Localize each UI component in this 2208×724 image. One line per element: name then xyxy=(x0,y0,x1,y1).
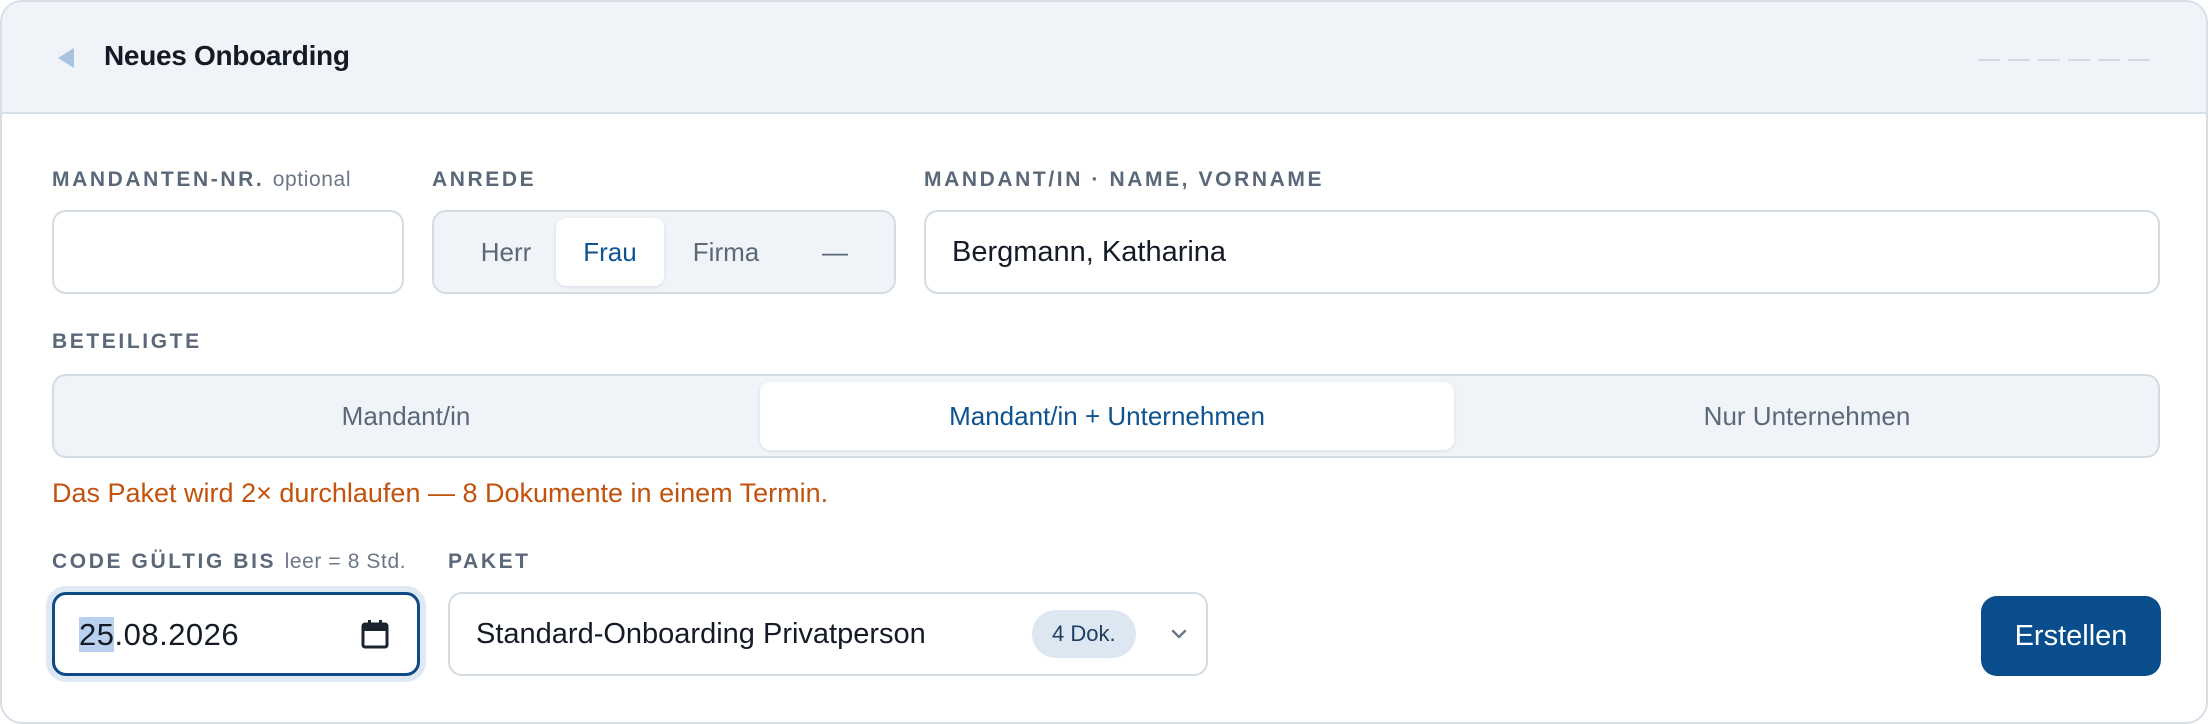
salutation-label: ANREDE xyxy=(432,168,537,191)
page-title: Neues Onboarding xyxy=(104,40,350,71)
participants-selector: Mandant/in Mandant/in + Unternehmen Nur … xyxy=(52,374,2160,458)
participants-label: BETEILIGTE xyxy=(52,330,202,353)
participants-option-client-company[interactable]: Mandant/in + Unternehmen xyxy=(760,382,1454,450)
salutation-option-none[interactable]: — xyxy=(788,218,882,286)
client-number-input[interactable] xyxy=(52,210,404,294)
chevron-down-icon xyxy=(1171,629,1187,639)
document-count-badge: 4 Dok. xyxy=(1032,610,1136,658)
client-name-input[interactable]: Bergmann, Katharina xyxy=(924,210,2160,294)
salutation-option-firma[interactable]: Firma xyxy=(668,218,784,286)
client-name-label: MANDANT/IN · NAME, VORNAME xyxy=(924,168,1325,191)
code-valid-hint: leer = 8 Std. xyxy=(284,550,407,573)
code-valid-date-input[interactable]: 25.08.2026 xyxy=(52,592,420,676)
salutation-option-herr[interactable]: Herr xyxy=(454,218,558,286)
back-arrow-icon[interactable] xyxy=(56,46,76,70)
package-notice: Das Paket wird 2× durchlaufen — 8 Dokume… xyxy=(52,478,829,508)
onboarding-card: Neues Onboarding MANDANTEN-NR. optional … xyxy=(0,0,2208,724)
code-valid-label: CODE GÜLTIG BIS leer = 8 Std. xyxy=(52,550,407,573)
card-header: Neues Onboarding xyxy=(2,2,2206,114)
progress-placeholder xyxy=(1978,59,2150,61)
package-value: Standard-Onboarding Privatperson xyxy=(476,618,926,650)
package-select[interactable]: Standard-Onboarding Privatperson 4 Dok. xyxy=(448,592,1208,676)
client-number-label: MANDANTEN-NR. optional xyxy=(52,168,352,191)
participants-option-company-only[interactable]: Nur Unternehmen xyxy=(1460,382,2154,450)
client-number-hint: optional xyxy=(272,168,352,191)
salutation-selector: Herr Frau Firma — xyxy=(432,210,896,294)
calendar-icon[interactable] xyxy=(361,619,389,649)
participants-option-client[interactable]: Mandant/in xyxy=(60,382,752,450)
date-day-segment[interactable]: 25 xyxy=(79,617,115,652)
create-button[interactable]: Erstellen xyxy=(1981,596,2161,676)
package-label: PAKET xyxy=(448,550,531,573)
salutation-option-frau[interactable]: Frau xyxy=(556,218,664,286)
date-month-year: .08.2026 xyxy=(114,617,240,652)
